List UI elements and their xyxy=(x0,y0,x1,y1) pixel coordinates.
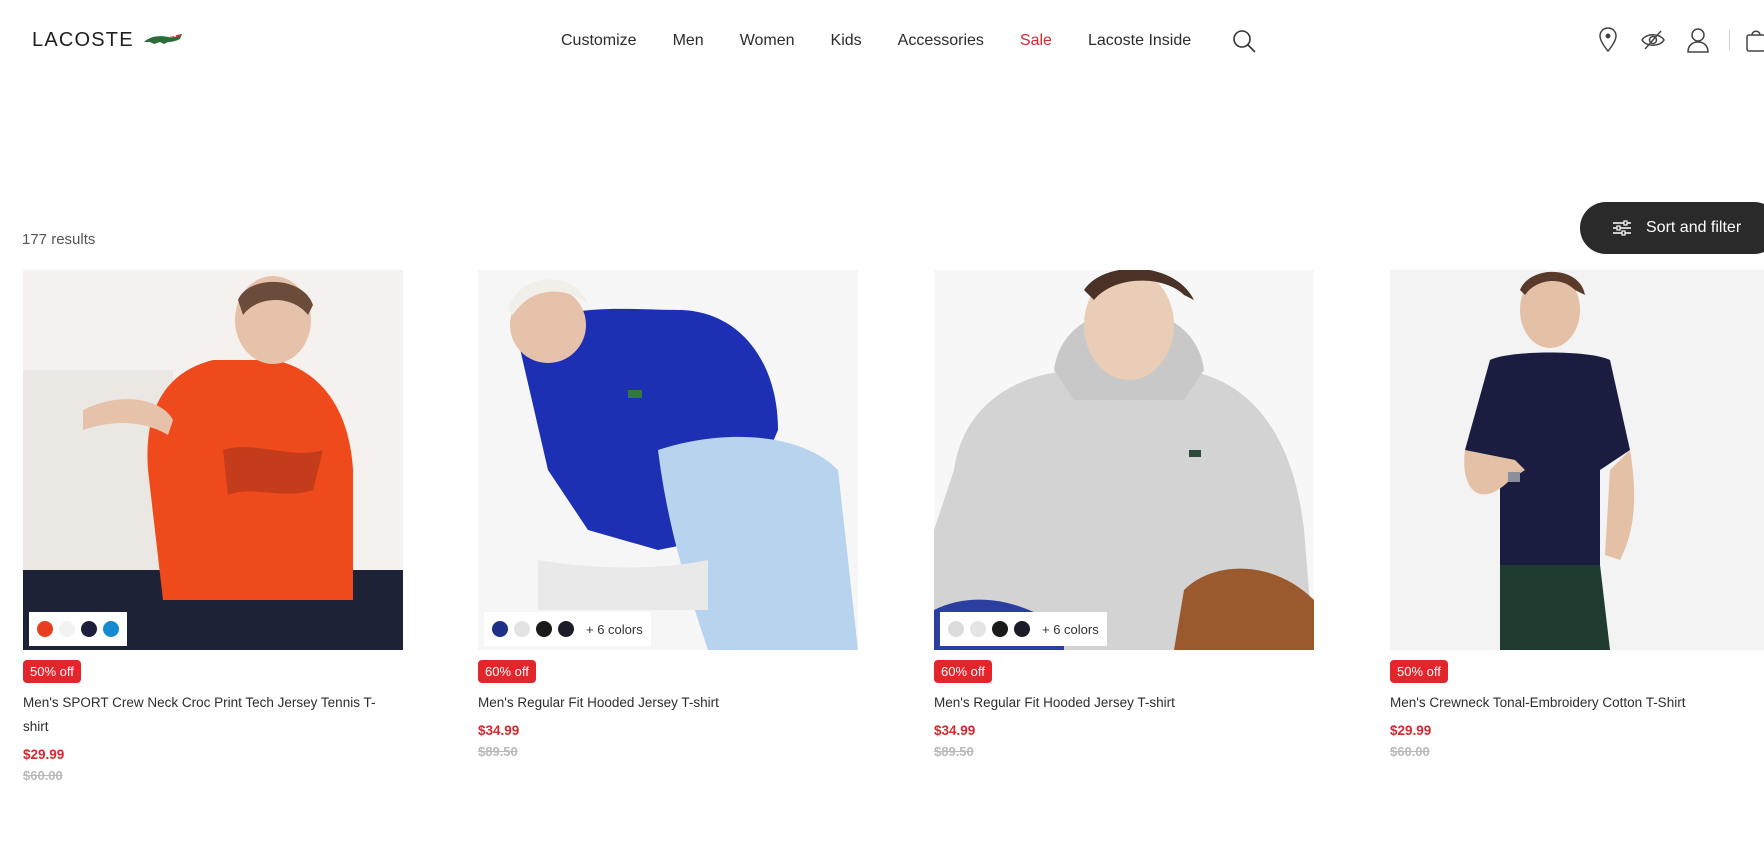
original-price: $60.00 xyxy=(1390,744,1430,759)
main-nav: Customize Men Women Kids Accessories Sal… xyxy=(561,28,1257,54)
color-swatches: + 6 colors xyxy=(484,612,651,646)
product-name[interactable]: Men's Regular Fit Hooded Jersey T-shirt xyxy=(478,691,848,715)
color-swatch[interactable] xyxy=(81,621,97,637)
product-name[interactable]: Men's SPORT Crew Neck Croc Print Tech Je… xyxy=(23,691,393,739)
sort-filter-button[interactable]: Sort and filter xyxy=(1580,202,1764,254)
discount-badge: 60% off xyxy=(478,660,536,683)
product-card[interactable]: 50% off Men's SPORT Crew Neck Croc Print… xyxy=(23,270,403,783)
original-price: $89.50 xyxy=(934,744,974,759)
product-image[interactable]: + 6 colors xyxy=(478,270,858,650)
nav-kids[interactable]: Kids xyxy=(831,32,862,50)
lacoste-logo[interactable]: LACOSTE xyxy=(32,26,184,54)
color-swatch[interactable] xyxy=(59,621,75,637)
divider xyxy=(1729,30,1730,50)
nav-men[interactable]: Men xyxy=(673,32,704,50)
more-colors-link[interactable]: + 6 colors xyxy=(586,622,643,637)
discount-badge: 50% off xyxy=(23,660,81,683)
results-count: 177 results xyxy=(22,231,96,248)
original-price: $60.00 xyxy=(23,768,63,783)
color-swatches: + 6 colors xyxy=(940,612,1107,646)
color-swatch[interactable] xyxy=(514,621,530,637)
nav-customize[interactable]: Customize xyxy=(561,32,637,50)
more-colors-link[interactable]: + 6 colors xyxy=(1042,622,1099,637)
product-image[interactable] xyxy=(1390,270,1764,650)
site-header: LACOSTE Customize Men Women Kids Accesso… xyxy=(0,0,1764,80)
nav-accessories[interactable]: Accessories xyxy=(898,32,984,50)
product-image[interactable]: + 6 colors xyxy=(934,270,1314,650)
product-image[interactable] xyxy=(23,270,403,650)
cart-icon[interactable] xyxy=(1740,24,1764,56)
search-icon[interactable] xyxy=(1231,28,1257,54)
color-swatch[interactable] xyxy=(970,621,986,637)
account-icon[interactable] xyxy=(1682,24,1714,56)
product-card[interactable]: 50% off Men's Crewneck Tonal-Embroidery … xyxy=(1390,270,1764,759)
color-swatch[interactable] xyxy=(103,621,119,637)
crocodile-logo-icon xyxy=(143,34,182,44)
product-card[interactable]: + 6 colors 60% off Men's Regular Fit Hoo… xyxy=(478,270,858,759)
color-swatch[interactable] xyxy=(536,621,552,637)
nav-women[interactable]: Women xyxy=(740,32,795,50)
color-swatch[interactable] xyxy=(492,621,508,637)
discount-badge: 50% off xyxy=(1390,660,1448,683)
color-swatch[interactable] xyxy=(558,621,574,637)
product-card[interactable]: + 6 colors 60% off Men's Regular Fit Hoo… xyxy=(934,270,1314,759)
sale-price: $29.99 xyxy=(23,747,65,762)
color-swatch[interactable] xyxy=(1014,621,1030,637)
logo-text: LACOSTE xyxy=(32,28,134,51)
color-swatch[interactable] xyxy=(992,621,1008,637)
original-price: $89.50 xyxy=(478,744,518,759)
sort-filter-label: Sort and filter xyxy=(1646,219,1742,236)
product-name[interactable]: Men's Regular Fit Hooded Jersey T-shirt xyxy=(934,691,1304,715)
store-locator-icon[interactable] xyxy=(1592,24,1624,56)
sale-price: $29.99 xyxy=(1390,723,1432,738)
color-swatch[interactable] xyxy=(948,621,964,637)
color-swatch[interactable] xyxy=(37,621,53,637)
color-swatches xyxy=(29,612,127,646)
nav-sale[interactable]: Sale xyxy=(1020,32,1052,50)
sale-price: $34.99 xyxy=(934,723,976,738)
sale-price: $34.99 xyxy=(478,723,520,738)
product-name[interactable]: Men's Crewneck Tonal-Embroidery Cotton T… xyxy=(1390,691,1760,715)
accessibility-icon[interactable] xyxy=(1637,24,1669,56)
nav-lacoste-inside[interactable]: Lacoste Inside xyxy=(1088,32,1191,50)
utility-icons xyxy=(1592,24,1764,56)
filter-sliders-icon xyxy=(1613,220,1631,236)
discount-badge: 60% off xyxy=(934,660,992,683)
